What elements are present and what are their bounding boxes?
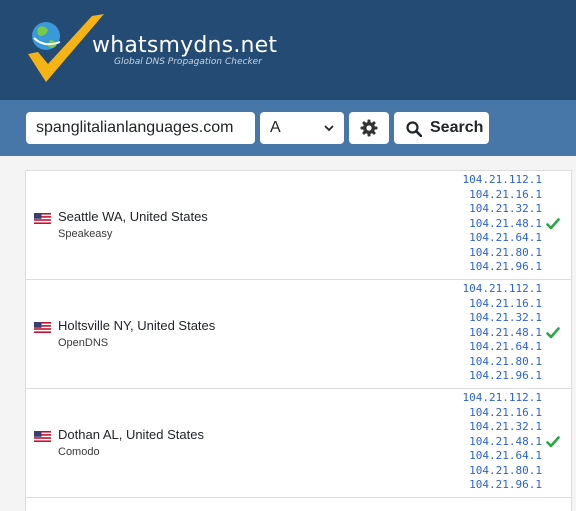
location-name: Dothan AL, United States: [58, 427, 204, 442]
ip-address: 104.21.96.1: [469, 478, 542, 491]
ip-address: 104.21.48.1: [469, 434, 542, 448]
ip-address: 104.21.16.1: [469, 296, 542, 310]
ip-address: 104.21.64.1: [469, 449, 542, 462]
result-row[interactable]: Holtsville NY, United States OpenDNS 104…: [26, 280, 571, 389]
tagline: Global DNS Propagation Checker: [114, 57, 262, 67]
search-toolbar: A Search: [0, 100, 576, 156]
settings-button[interactable]: [349, 112, 389, 144]
provider-name: Comodo: [58, 446, 100, 458]
ip-address: 104.21.32.1: [469, 202, 542, 215]
record-type-value: A: [270, 119, 281, 136]
search-button[interactable]: Search: [394, 112, 489, 144]
results-list: Seattle WA, United States Speakeasy 104.…: [25, 170, 572, 511]
check-icon: [546, 218, 560, 230]
ip-address: 104.21.96.1: [469, 260, 542, 273]
site-header: whatsmydns.net Global DNS Propagation Ch…: [0, 0, 576, 100]
ip-list: 104.21.112.1 104.21.16.1 104.21.32.1 104…: [463, 173, 542, 275]
ip-address: 104.21.112.1: [462, 282, 542, 295]
ip-list: 104.21.112.1 104.21.16.1 104.21.32.1 104…: [463, 391, 542, 493]
ip-address: 104.21.32.1: [469, 311, 542, 324]
ip-address: 104.21.112.1: [462, 391, 542, 404]
ip-address: 104.21.48.1: [469, 325, 542, 339]
ip-list: 104.21.112.1 104.21.16.1 104.21.32.1 104…: [463, 282, 542, 384]
ip-address: 104.21.80.1: [469, 354, 542, 368]
ip-address: 104.21.64.1: [469, 231, 542, 244]
domain-input[interactable]: [26, 112, 255, 144]
us-flag-icon: [34, 213, 51, 224]
location-name: Holtsville NY, United States: [58, 318, 216, 333]
us-flag-icon: [34, 431, 51, 442]
gear-icon: [360, 119, 378, 137]
us-flag-icon: [34, 322, 51, 333]
ip-address: 104.21.16.1: [469, 187, 542, 201]
ip-address: 104.21.80.1: [469, 245, 542, 259]
location-name: Seattle WA, United States: [58, 209, 208, 224]
search-button-label: Search: [430, 119, 484, 136]
ip-address: 104.21.48.1: [469, 216, 542, 230]
ip-address: 104.21.80.1: [469, 463, 542, 477]
ip-address: 104.21.96.1: [469, 369, 542, 382]
record-type-select[interactable]: A: [260, 112, 344, 144]
ip-address: 104.21.112.1: [462, 173, 542, 186]
brand-name[interactable]: whatsmydns.net: [92, 33, 277, 58]
provider-name: OpenDNS: [58, 337, 109, 349]
chevron-down-icon: [324, 125, 334, 132]
check-icon: [546, 327, 560, 339]
ip-address: 104.21.64.1: [469, 340, 542, 353]
check-icon: [546, 436, 560, 448]
search-icon: [406, 121, 422, 137]
result-row[interactable]: Seattle WA, United States Speakeasy 104.…: [26, 171, 571, 280]
ip-address: 104.21.16.1: [469, 405, 542, 419]
ip-address: 104.21.32.1: [469, 420, 542, 433]
provider-name: Speakeasy: [58, 228, 113, 240]
result-row[interactable]: Dothan AL, United States Comodo 104.21.1…: [26, 389, 571, 498]
